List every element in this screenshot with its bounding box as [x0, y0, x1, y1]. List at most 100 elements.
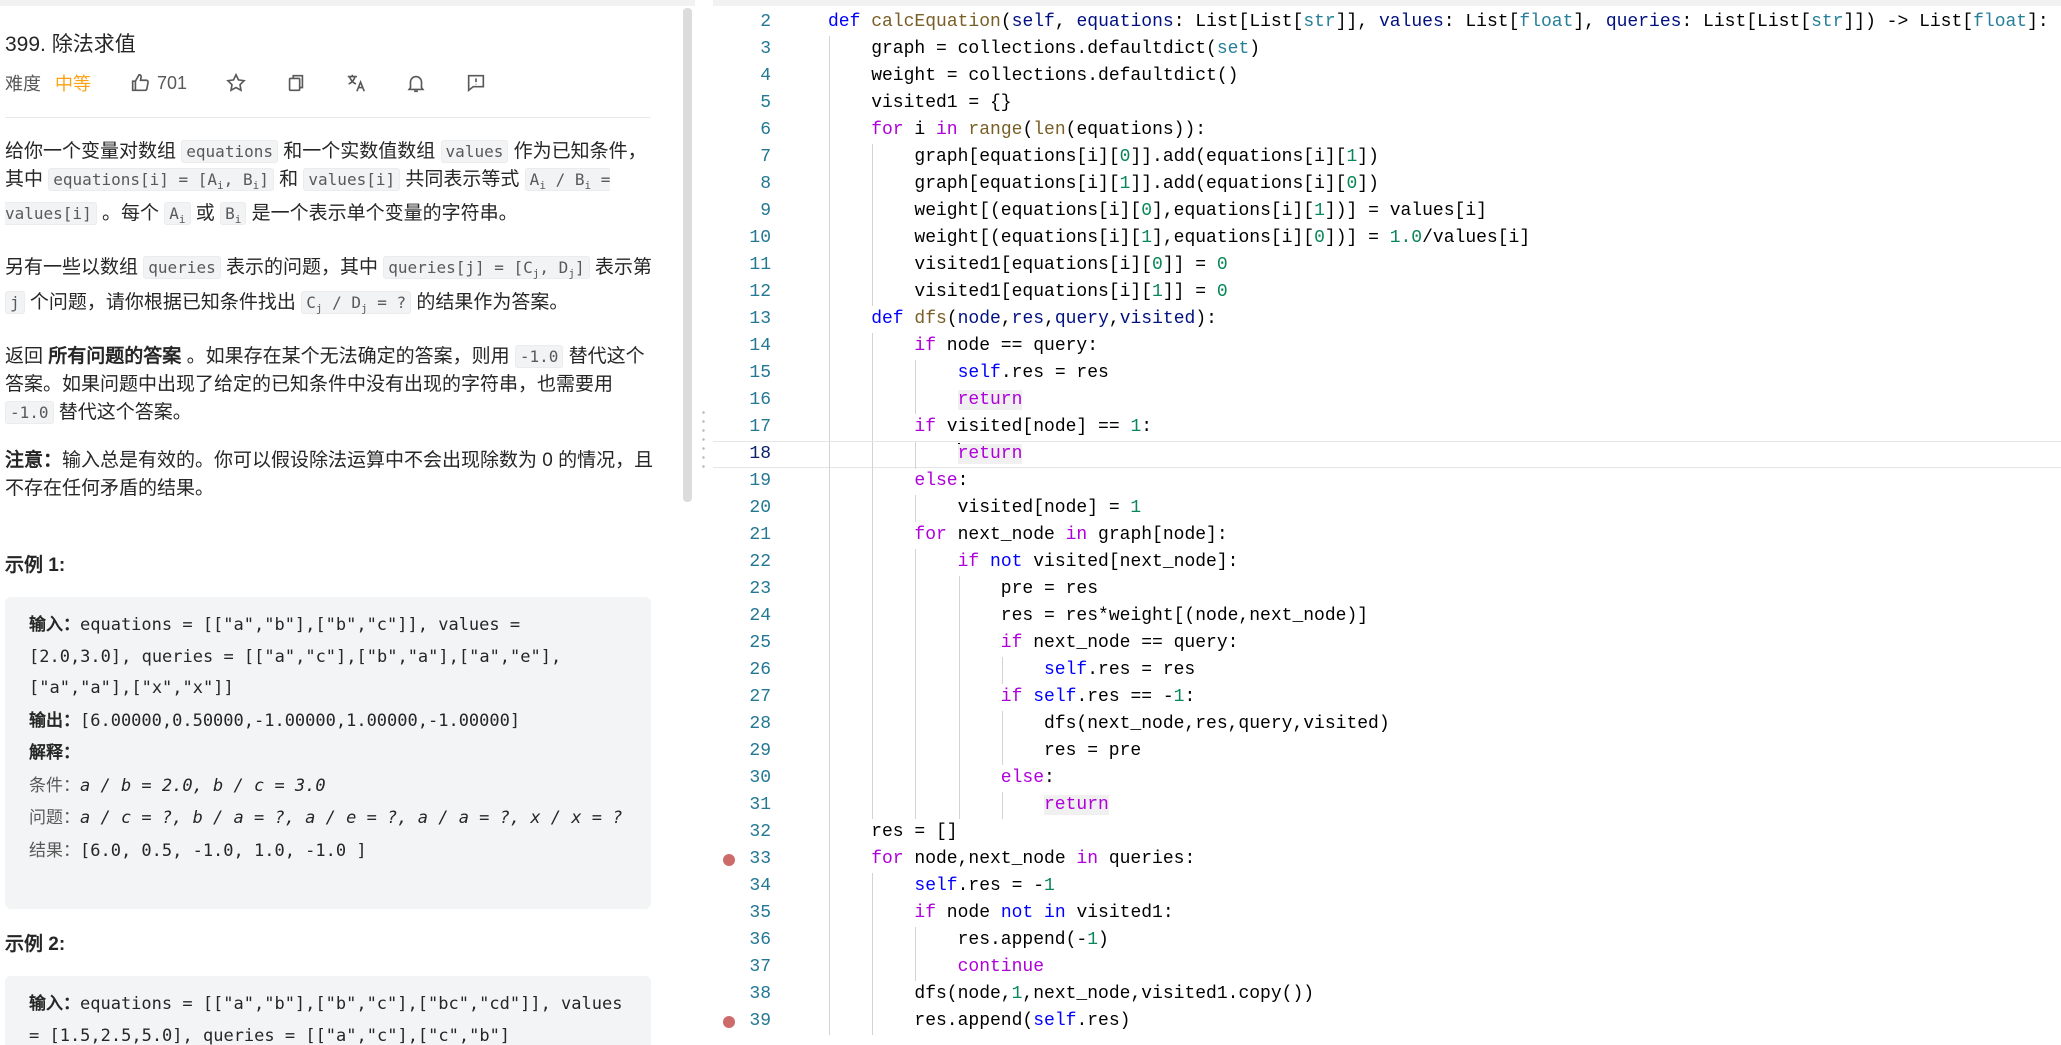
- code-text[interactable]: if node == query:: [914, 333, 1098, 360]
- line-number[interactable]: 8: [713, 171, 771, 198]
- description-scrollbar[interactable]: [683, 8, 692, 502]
- code-line-28[interactable]: 28 dfs(next_node,res,query,visited): [713, 711, 2061, 738]
- code-line-13[interactable]: 13 def dfs(node,res,query,visited):: [713, 306, 2061, 333]
- share-button[interactable]: [285, 72, 307, 94]
- code-line-32[interactable]: 32 res = []: [713, 819, 2061, 846]
- code-text[interactable]: if not visited[next_node]:: [958, 549, 1239, 576]
- code-text[interactable]: self.res = res: [958, 360, 1109, 387]
- code-text[interactable]: if next_node == query:: [1001, 630, 1239, 657]
- line-number[interactable]: 28: [713, 711, 771, 738]
- code-line-35[interactable]: 35 if node not in visited1:: [713, 900, 2061, 927]
- code-text[interactable]: res = pre: [1044, 738, 1141, 765]
- code-text[interactable]: else:: [1001, 765, 1055, 792]
- line-number[interactable]: 38: [713, 981, 771, 1008]
- notify-button[interactable]: [405, 72, 427, 94]
- code-lines[interactable]: 2 def calcEquation(self, equations: List[…: [713, 9, 2061, 1035]
- line-number[interactable]: 34: [713, 873, 771, 900]
- code-text[interactable]: visited[node] = 1: [958, 495, 1142, 522]
- code-text[interactable]: graph[equations[i][0]].add(equations[i][…: [914, 144, 1379, 171]
- line-number[interactable]: 12: [713, 279, 771, 306]
- line-number[interactable]: 24: [713, 603, 771, 630]
- line-number[interactable]: 17: [713, 414, 771, 441]
- line-number[interactable]: 21: [713, 522, 771, 549]
- code-line-31[interactable]: 31 return: [713, 792, 2061, 819]
- code-text[interactable]: return: [957, 442, 1023, 467]
- code-line-12[interactable]: 12 visited1[equations[i][1]] = 0: [713, 279, 2061, 306]
- code-line-29[interactable]: 29 res = pre: [713, 738, 2061, 765]
- line-number[interactable]: 5: [713, 90, 771, 117]
- code-text[interactable]: res.append(self.res): [914, 1008, 1130, 1035]
- line-number[interactable]: 35: [713, 900, 771, 927]
- code-text[interactable]: def dfs(node,res,query,visited):: [871, 306, 1217, 333]
- code-line-2[interactable]: 2 def calcEquation(self, equations: List[…: [713, 9, 2061, 36]
- code-text[interactable]: if self.res == -1:: [1001, 684, 1195, 711]
- line-number[interactable]: 29: [713, 738, 771, 765]
- code-line-24[interactable]: 24 res = res*weight[(node,next_node)]: [713, 603, 2061, 630]
- code-text[interactable]: return: [1044, 792, 1109, 819]
- code-text[interactable]: for next_node in graph[node]:: [914, 522, 1227, 549]
- line-number[interactable]: 39: [713, 1008, 771, 1035]
- code-line-37[interactable]: 37 continue: [713, 954, 2061, 981]
- code-line-23[interactable]: 23 pre = res: [713, 576, 2061, 603]
- code-line-30[interactable]: 30 else:: [713, 765, 2061, 792]
- code-text[interactable]: self.res = -1: [914, 873, 1054, 900]
- code-text[interactable]: weight = collections.defaultdict(): [871, 63, 1238, 90]
- line-number[interactable]: 2: [713, 9, 771, 36]
- code-text[interactable]: if visited[node] == 1:: [914, 414, 1152, 441]
- code-line-25[interactable]: 25 if next_node == query:: [713, 630, 2061, 657]
- code-text[interactable]: graph[equations[i][1]].add(equations[i][…: [914, 171, 1379, 198]
- favorite-button[interactable]: [225, 72, 247, 94]
- code-line-18[interactable]: 18 return: [713, 441, 2061, 469]
- code-line-7[interactable]: 7 graph[equations[i][0]].add(equations[i]…: [713, 144, 2061, 171]
- code-text[interactable]: visited1[equations[i][1]] = 0: [914, 279, 1227, 306]
- code-line-33[interactable]: 33 for node,next_node in queries:: [713, 846, 2061, 873]
- code-line-26[interactable]: 26 self.res = res: [713, 657, 2061, 684]
- code-line-11[interactable]: 11 visited1[equations[i][0]] = 0: [713, 252, 2061, 279]
- line-number[interactable]: 32: [713, 819, 771, 846]
- code-line-16[interactable]: 16 return: [713, 387, 2061, 414]
- code-text[interactable]: if node not in visited1:: [914, 900, 1173, 927]
- code-line-4[interactable]: 4 weight = collections.defaultdict(): [713, 63, 2061, 90]
- line-number[interactable]: 22: [713, 549, 771, 576]
- line-number[interactable]: 6: [713, 117, 771, 144]
- line-number[interactable]: 19: [713, 468, 771, 495]
- line-number[interactable]: 9: [713, 198, 771, 225]
- code-line-8[interactable]: 8 graph[equations[i][1]].add(equations[i]…: [713, 171, 2061, 198]
- line-number[interactable]: 10: [713, 225, 771, 252]
- line-number[interactable]: 4: [713, 63, 771, 90]
- code-text[interactable]: for i in range(len(equations)):: [871, 117, 1206, 144]
- code-text[interactable]: res = res*weight[(node,next_node)]: [1001, 603, 1368, 630]
- line-number[interactable]: 3: [713, 36, 771, 63]
- line-number[interactable]: 23: [713, 576, 771, 603]
- code-text[interactable]: for node,next_node in queries:: [871, 846, 1195, 873]
- panel-splitter[interactable]: [695, 0, 713, 1045]
- code-line-3[interactable]: 3 graph = collections.defaultdict(set): [713, 36, 2061, 63]
- code-text[interactable]: res = []: [871, 819, 957, 846]
- code-text[interactable]: visited1[equations[i][0]] = 0: [914, 252, 1227, 279]
- code-text[interactable]: return: [957, 387, 1023, 414]
- code-text[interactable]: self.res = res: [1044, 657, 1195, 684]
- code-text[interactable]: res.append(-1): [958, 927, 1109, 954]
- line-number[interactable]: 14: [713, 333, 771, 360]
- code-line-34[interactable]: 34 self.res = -1: [713, 873, 2061, 900]
- code-line-20[interactable]: 20 visited[node] = 1: [713, 495, 2061, 522]
- code-text[interactable]: def calcEquation(self, equations: List[L…: [828, 9, 2049, 36]
- code-editor[interactable]: 2 def calcEquation(self, equations: List[…: [713, 0, 2061, 1045]
- code-line-36[interactable]: 36 res.append(-1): [713, 927, 2061, 954]
- line-number[interactable]: 11: [713, 252, 771, 279]
- line-number[interactable]: 26: [713, 657, 771, 684]
- line-number[interactable]: 20: [713, 495, 771, 522]
- line-number[interactable]: 36: [713, 927, 771, 954]
- code-line-6[interactable]: 6 for i in range(len(equations)):: [713, 117, 2061, 144]
- code-line-17[interactable]: 17 if visited[node] == 1:: [713, 414, 2061, 441]
- line-number[interactable]: 7: [713, 144, 771, 171]
- code-text[interactable]: dfs(next_node,res,query,visited): [1044, 711, 1390, 738]
- code-line-21[interactable]: 21 for next_node in graph[node]:: [713, 522, 2061, 549]
- line-number[interactable]: 13: [713, 306, 771, 333]
- code-line-27[interactable]: 27 if self.res == -1:: [713, 684, 2061, 711]
- code-line-9[interactable]: 9 weight[(equations[i][0],equations[i][1]…: [713, 198, 2061, 225]
- code-line-15[interactable]: 15 self.res = res: [713, 360, 2061, 387]
- like-button[interactable]: 701: [129, 72, 187, 94]
- line-number[interactable]: 30: [713, 765, 771, 792]
- line-number[interactable]: 31: [713, 792, 771, 819]
